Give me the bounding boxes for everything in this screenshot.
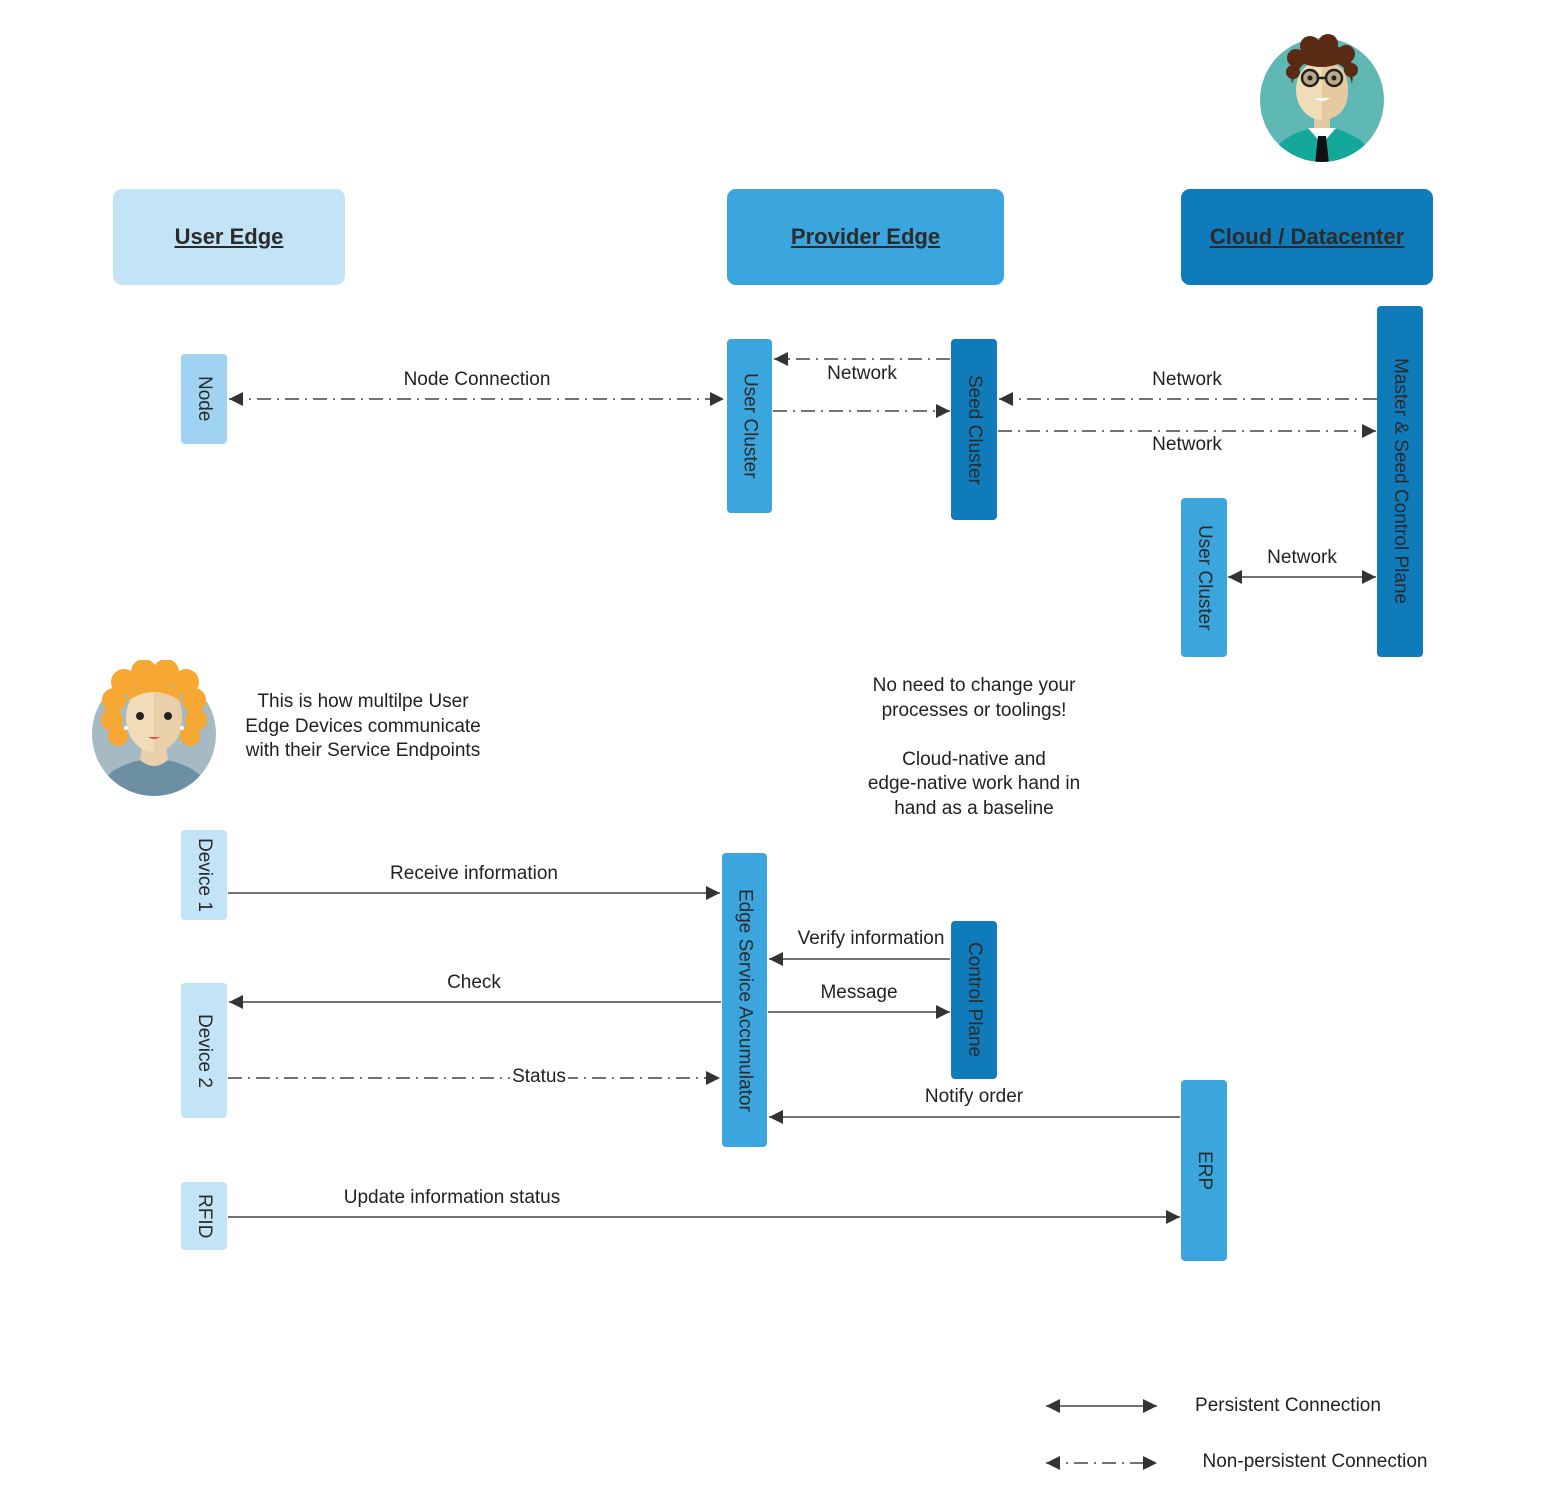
cloud-note: No need to change your processes or tool…	[867, 675, 1081, 819]
device-2-box: Device 2	[181, 983, 227, 1118]
cloud-engineer-avatar-icon	[1260, 34, 1384, 162]
node-box: Node	[181, 354, 227, 444]
provider-user-cluster-label: User Cluster	[739, 373, 761, 479]
header-provider-edge: Provider Edge	[727, 189, 1004, 285]
label-check: Check	[447, 972, 501, 993]
label-network-seed-out: Network	[1152, 434, 1222, 455]
edge-service-accumulator-box: Edge Service Accumulator	[722, 853, 767, 1147]
erp-label: ERP	[1194, 1150, 1215, 1191]
label-verify-information: Verify information	[797, 928, 945, 949]
rfid-label: RFID	[194, 1193, 215, 1239]
label-network-seed-in: Network	[1152, 369, 1222, 390]
rfid-box: RFID	[181, 1182, 227, 1250]
device-1-label: Device 1	[194, 838, 215, 912]
user-note: This is how multilpe User Edge Devices c…	[245, 691, 481, 761]
control-plane-label: Control Plane	[964, 942, 985, 1058]
cloud-user-cluster-label: User Cluster	[1194, 524, 1215, 631]
label-status: Status	[510, 1066, 568, 1088]
master-seed-control-plane-label: Master & Seed Control Plane	[1390, 358, 1411, 605]
legend-persistent-label: Persistent Connection	[1195, 1395, 1381, 1416]
label-message: Message	[820, 982, 898, 1003]
label-update-information-status: Update information status	[343, 1187, 561, 1208]
label-network-provider: Network	[827, 363, 897, 384]
master-seed-control-plane-box: Master & Seed Control Plane	[1377, 306, 1423, 657]
header-cloud-datacenter: Cloud / Datacenter	[1181, 189, 1433, 285]
erp-box: ERP	[1181, 1080, 1227, 1261]
label-notify-order: Notify order	[924, 1086, 1024, 1107]
cloud-user-cluster-box: User Cluster	[1181, 498, 1227, 657]
device-2-label: Device 2	[194, 1013, 215, 1088]
seed-cluster-label: Seed Cluster	[964, 374, 985, 485]
header-user-edge: User Edge	[113, 189, 345, 285]
edge-service-accumulator-label: Edge Service Accumulator	[734, 888, 756, 1112]
seed-cluster-box: Seed Cluster	[951, 339, 997, 520]
control-plane-box: Control Plane	[951, 921, 997, 1079]
provider-user-cluster-box: User Cluster	[727, 339, 772, 513]
user-avatar-icon	[92, 660, 216, 796]
label-network-cloud: Network	[1267, 547, 1337, 568]
legend-non-persistent-label: Non-persistent Connection	[1202, 1451, 1428, 1472]
node-label: Node	[194, 376, 215, 422]
label-receive-information: Receive information	[390, 863, 558, 884]
label-node-connection: Node Connection	[403, 369, 551, 390]
device-1-box: Device 1	[181, 830, 227, 920]
